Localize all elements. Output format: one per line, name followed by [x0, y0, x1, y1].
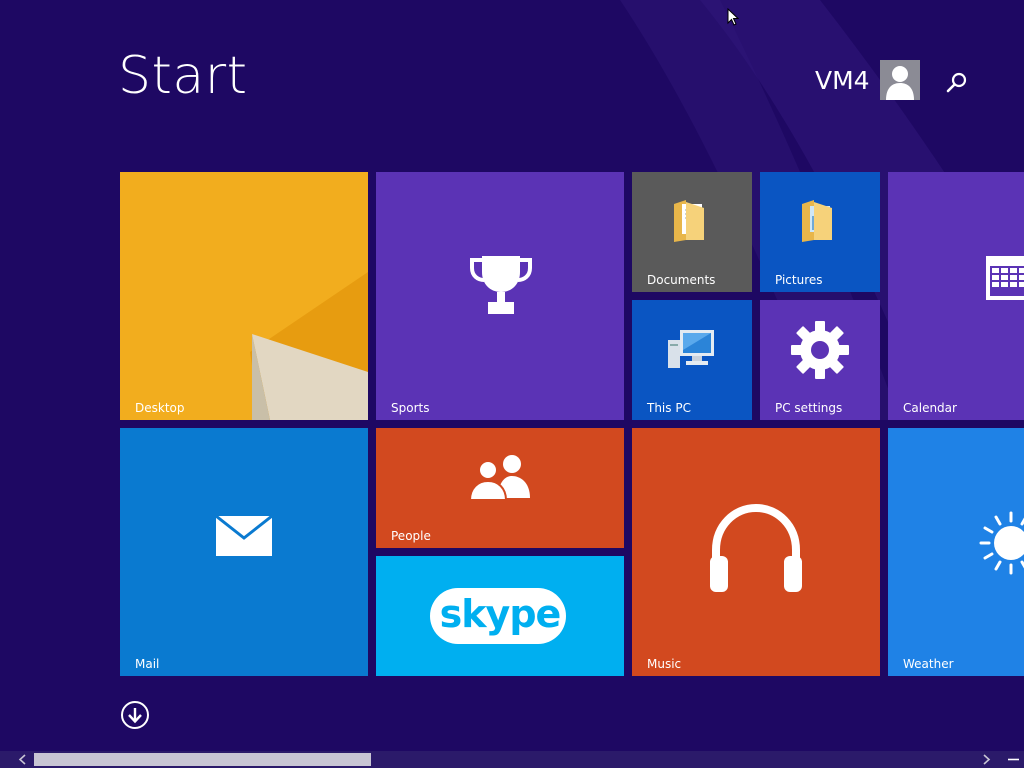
folder-icon	[802, 200, 832, 242]
tile-people[interactable]: People	[376, 428, 624, 548]
tile-mail[interactable]: Mail	[120, 428, 368, 676]
tile-label: Music	[647, 657, 682, 671]
tile-label: Weather	[903, 657, 954, 671]
tile-calendar[interactable]: Calendar	[888, 172, 1024, 420]
folder-icon	[674, 200, 704, 242]
horizontal-scrollbar[interactable]	[0, 751, 1024, 768]
envelope-icon	[216, 516, 272, 556]
gear-icon	[791, 321, 849, 379]
down-arrow-icon[interactable]	[120, 700, 150, 730]
tile-label: PC settings	[775, 401, 843, 415]
tile-pc-settings[interactable]: PC settings	[760, 300, 880, 420]
tile-documents[interactable]: Documents	[632, 172, 752, 292]
tile-label: Documents	[647, 273, 716, 287]
tile-label: This PC	[647, 401, 691, 415]
trophy-icon	[470, 256, 532, 314]
scrollbar-thumb[interactable]	[34, 753, 371, 766]
tile-label: Pictures	[775, 273, 823, 287]
scroll-left-icon[interactable]	[14, 751, 31, 768]
search-icon[interactable]	[944, 70, 970, 96]
page-title: Start	[118, 46, 248, 106]
tile-skype[interactable]: skype	[376, 556, 624, 676]
sun-icon	[979, 511, 1024, 575]
skype-logo-text: skype	[439, 592, 562, 636]
tile-label: Mail	[135, 657, 160, 671]
user-account[interactable]: VM4	[815, 60, 920, 100]
tile-this-pc[interactable]: This PC	[632, 300, 752, 420]
tile-label: Calendar	[903, 401, 957, 415]
avatar	[879, 60, 920, 100]
computer-icon	[668, 330, 714, 368]
desktop-wallpaper-graphic	[120, 172, 368, 420]
tile-label: Sports	[391, 401, 430, 415]
zoom-out-icon[interactable]	[1005, 751, 1022, 768]
tile-weather[interactable]: Weather	[888, 428, 1024, 676]
user-name: VM4	[815, 65, 870, 95]
calendar-icon	[986, 256, 1024, 300]
headphones-icon	[710, 503, 802, 592]
tile-sports[interactable]: Sports	[376, 172, 624, 420]
people-icon	[468, 455, 530, 500]
tile-pictures[interactable]: Pictures	[760, 172, 880, 292]
tile-desktop[interactable]: Desktop	[120, 172, 368, 420]
tile-label: Desktop	[135, 401, 185, 415]
mouse-cursor-icon	[727, 8, 739, 26]
tile-music[interactable]: Music	[632, 428, 880, 676]
scroll-right-icon[interactable]	[978, 751, 995, 768]
user-avatar-icon	[885, 66, 914, 100]
tile-label: People	[391, 529, 431, 543]
